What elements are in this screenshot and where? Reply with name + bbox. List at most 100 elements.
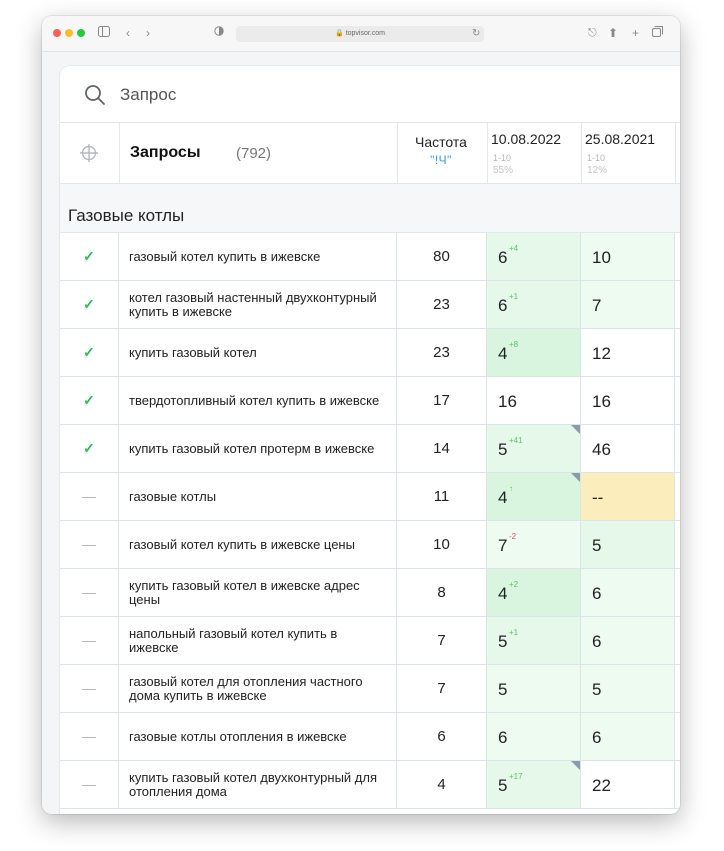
checkmark-icon[interactable]: ✓: [60, 233, 119, 280]
position-cell-current[interactable]: 5: [487, 665, 581, 712]
browser-window: ‹ › 🔒 topvisor.com ↻ ⎋ ⬆ + Запрос Запрос…: [42, 16, 680, 814]
page-content: Запросы (792) Частота "!Ч" 10.08.2022 1-…: [42, 52, 680, 814]
url-text: topvisor.com: [345, 30, 385, 37]
query-cell[interactable]: твердотопливный котел купить в ижевске: [119, 377, 397, 424]
position-cell-previous[interactable]: 5: [581, 665, 675, 712]
query-text: газовый котел для отопления частного дом…: [129, 673, 363, 703]
table-row[interactable]: — купить газовый котел в ижевске адрес це…: [60, 569, 680, 617]
position-cell-current[interactable]: 4 +8: [487, 329, 581, 376]
position-value: 5: [498, 440, 508, 459]
query-cell[interactable]: купить газовый котел: [119, 329, 397, 376]
reload-icon[interactable]: ↻: [472, 25, 480, 43]
table-row[interactable]: — газовые котлы отопления в ижевске 6 6 6: [60, 713, 680, 761]
position-cell-previous[interactable]: 6: [581, 569, 675, 616]
download-icon[interactable]: ⎋: [588, 24, 597, 42]
checkmark-icon[interactable]: ✓: [60, 329, 119, 376]
query-cell[interactable]: газовые котлы отопления в ижевске: [119, 713, 397, 760]
table-row[interactable]: — купить газовый котел двухконтурный для …: [60, 761, 680, 809]
query-cell[interactable]: купить газовый котел в ижевске адрес цен…: [119, 569, 397, 616]
new-tab-icon[interactable]: +: [632, 24, 639, 42]
position-cell-current[interactable]: 5 +1: [487, 617, 581, 664]
address-bar[interactable]: 🔒 topvisor.com: [236, 26, 484, 42]
position-cell-current[interactable]: 4 ↑: [487, 473, 581, 520]
position-cell-previous[interactable]: 12: [581, 329, 675, 376]
position-cell-previous[interactable]: 6: [581, 617, 675, 664]
position-value: --: [592, 488, 604, 507]
dash-icon[interactable]: —: [60, 617, 119, 664]
queries-table: Запросы (792) Частота "!Ч" 10.08.2022 1-…: [60, 123, 680, 809]
position-cell-current[interactable]: 5 +41: [487, 425, 581, 472]
table-row[interactable]: ✓ котел газовый настенный двухконтурный к…: [60, 281, 680, 329]
position-cell-previous[interactable]: --: [581, 473, 675, 520]
frequency-column-header[interactable]: Частота "!Ч": [397, 123, 488, 183]
table-row[interactable]: ✓ купить газовый котел протерм в ижевске 1…: [60, 425, 680, 473]
dash-icon[interactable]: —: [60, 473, 119, 520]
snippet-flag-icon: [571, 425, 580, 434]
date-column-header-1[interactable]: 10.08.2022 1-10 55%: [487, 123, 582, 183]
table-row[interactable]: — газовые котлы 11 4 ↑ --: [60, 473, 680, 521]
query-cell[interactable]: газовый котел для отопления частного дом…: [119, 665, 397, 712]
query-cell[interactable]: напольный газовый котел купить в ижевске: [119, 617, 397, 664]
forward-icon[interactable]: ›: [146, 24, 150, 42]
dash-icon[interactable]: —: [60, 665, 119, 712]
dash-icon[interactable]: —: [60, 713, 119, 760]
checkmark-icon[interactable]: ✓: [60, 281, 119, 328]
position-cell-previous[interactable]: 7: [581, 281, 675, 328]
maximize-window-button[interactable]: [77, 29, 85, 37]
position-cell-current[interactable]: 7 -2: [487, 521, 581, 568]
query-cell[interactable]: газовый котел купить в ижевске: [119, 233, 397, 280]
share-icon[interactable]: ⬆: [608, 24, 618, 42]
position-cell-previous[interactable]: 6: [581, 713, 675, 760]
check-range: 1-10: [493, 153, 512, 163]
position-cell-current[interactable]: 4 +2: [487, 569, 581, 616]
query-cell[interactable]: газовый котел купить в ижевске цены: [119, 521, 397, 568]
position-cell-previous[interactable]: 46: [581, 425, 675, 472]
checkmark-icon[interactable]: ✓: [60, 425, 119, 472]
search-input[interactable]: [118, 80, 422, 110]
table-row[interactable]: ✓ купить газовый котел 23 4 +8 12: [60, 329, 680, 377]
check-date: 10.08.2022: [491, 131, 562, 147]
position-cell-previous[interactable]: 5: [581, 521, 675, 568]
checkmark-icon[interactable]: ✓: [60, 377, 119, 424]
queries-title: Запросы: [130, 144, 201, 161]
group-header[interactable]: Газовые котлы: [60, 184, 680, 233]
group-title: Газовые котлы: [68, 206, 185, 225]
query-cell[interactable]: купить газовый котел двухконтурный для о…: [119, 761, 397, 808]
position-cell-previous[interactable]: 16: [581, 377, 675, 424]
query-text: газовый котел купить в ижевске цены: [129, 536, 355, 552]
position-cell-current[interactable]: 6: [487, 713, 581, 760]
queries-column-header[interactable]: Запросы (792): [119, 123, 398, 183]
position-value: 16: [498, 392, 517, 411]
privacy-shield-icon[interactable]: [214, 24, 224, 42]
position-cell-current[interactable]: 5 +17: [487, 761, 581, 808]
tab-overview-icon[interactable]: [652, 24, 663, 42]
position-cell-current[interactable]: 6 +4: [487, 233, 581, 280]
position-cell-previous[interactable]: 22: [581, 761, 675, 808]
query-cell[interactable]: купить газовый котел протерм в ижевске: [119, 425, 397, 472]
position-cell-previous[interactable]: 10: [581, 233, 675, 280]
minimize-window-button[interactable]: [65, 29, 73, 37]
check-visibility: 55%: [493, 165, 514, 176]
position-value: 7: [592, 296, 602, 315]
query-cell[interactable]: котел газовый настенный двухконтурный ку…: [119, 281, 397, 328]
sidebar-toggle-icon[interactable]: [98, 24, 110, 42]
position-value: 4: [498, 584, 508, 603]
query-cell[interactable]: газовые котлы: [119, 473, 397, 520]
dash-icon[interactable]: —: [60, 521, 119, 568]
back-icon[interactable]: ‹: [126, 24, 130, 42]
frequency-type[interactable]: "!Ч": [397, 153, 485, 167]
position-cell-current[interactable]: 16: [487, 377, 581, 424]
dash-icon[interactable]: —: [60, 761, 119, 808]
frequency-value: 23: [397, 281, 487, 328]
table-row[interactable]: — газовый котел купить в ижевске цены 10 7-…: [60, 521, 680, 569]
select-column-header[interactable]: [60, 123, 120, 183]
table-row[interactable]: — напольный газовый котел купить в ижевск…: [60, 617, 680, 665]
dash-icon[interactable]: —: [60, 569, 119, 616]
table-row[interactable]: ✓ твердотопливный котел купить в ижевске 1…: [60, 377, 680, 425]
date-column-header-2[interactable]: 25.08.2021 1-10 12%: [581, 123, 676, 183]
table-row[interactable]: — газовый котел для отопления частного до…: [60, 665, 680, 713]
close-window-button[interactable]: [53, 29, 61, 37]
position-delta: +4: [509, 244, 519, 253]
position-cell-current[interactable]: 6 +1: [487, 281, 581, 328]
table-row[interactable]: ✓ газовый котел купить в ижевске 80 6 +4 10: [60, 233, 680, 281]
